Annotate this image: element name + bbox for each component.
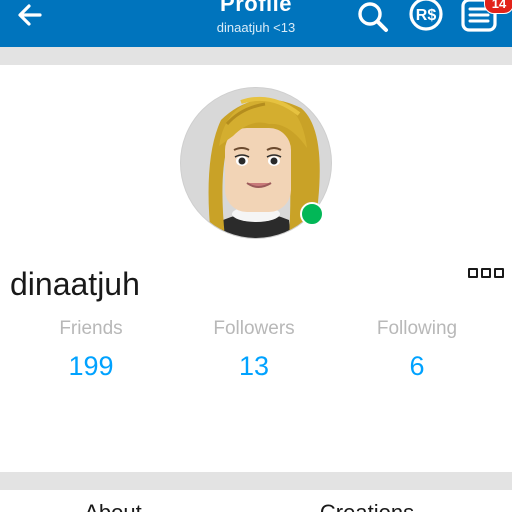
followers-stat[interactable]: Followers 13 — [189, 318, 319, 382]
online-status-indicator — [300, 202, 324, 226]
tab-about[interactable]: About — [13, 500, 213, 512]
top-divider — [0, 47, 512, 65]
friends-label: Friends — [59, 318, 123, 339]
more-dot-icon — [494, 268, 504, 278]
friends-count: 199 — [68, 351, 114, 381]
robux-button[interactable]: R$ — [407, 0, 445, 36]
svg-text:R$: R$ — [416, 7, 437, 24]
tab-creations[interactable]: Creations — [267, 500, 467, 512]
followers-label: Followers — [213, 318, 295, 339]
robux-icon: R$ — [409, 0, 443, 31]
search-button[interactable] — [354, 0, 392, 36]
bottom-divider — [0, 472, 512, 490]
top-bar: Profile dinaatjuh <13 R$ 14 — [0, 0, 512, 47]
following-label: Following — [376, 318, 458, 339]
followers-count: 13 — [238, 351, 270, 381]
more-dot-icon — [481, 268, 491, 278]
avatar[interactable] — [180, 87, 332, 239]
more-options-button[interactable] — [468, 266, 508, 280]
following-count: 6 — [409, 351, 425, 381]
following-stat[interactable]: Following 6 — [352, 318, 482, 382]
search-icon — [358, 2, 388, 32]
username: dinaatjuh — [10, 266, 140, 302]
notification-badge: 14 — [484, 0, 512, 14]
profile-page: Profile dinaatjuh <13 R$ 14 dinaatjuh Fr… — [0, 0, 512, 512]
more-dot-icon — [468, 268, 478, 278]
friends-stat[interactable]: Friends 199 — [26, 318, 156, 382]
